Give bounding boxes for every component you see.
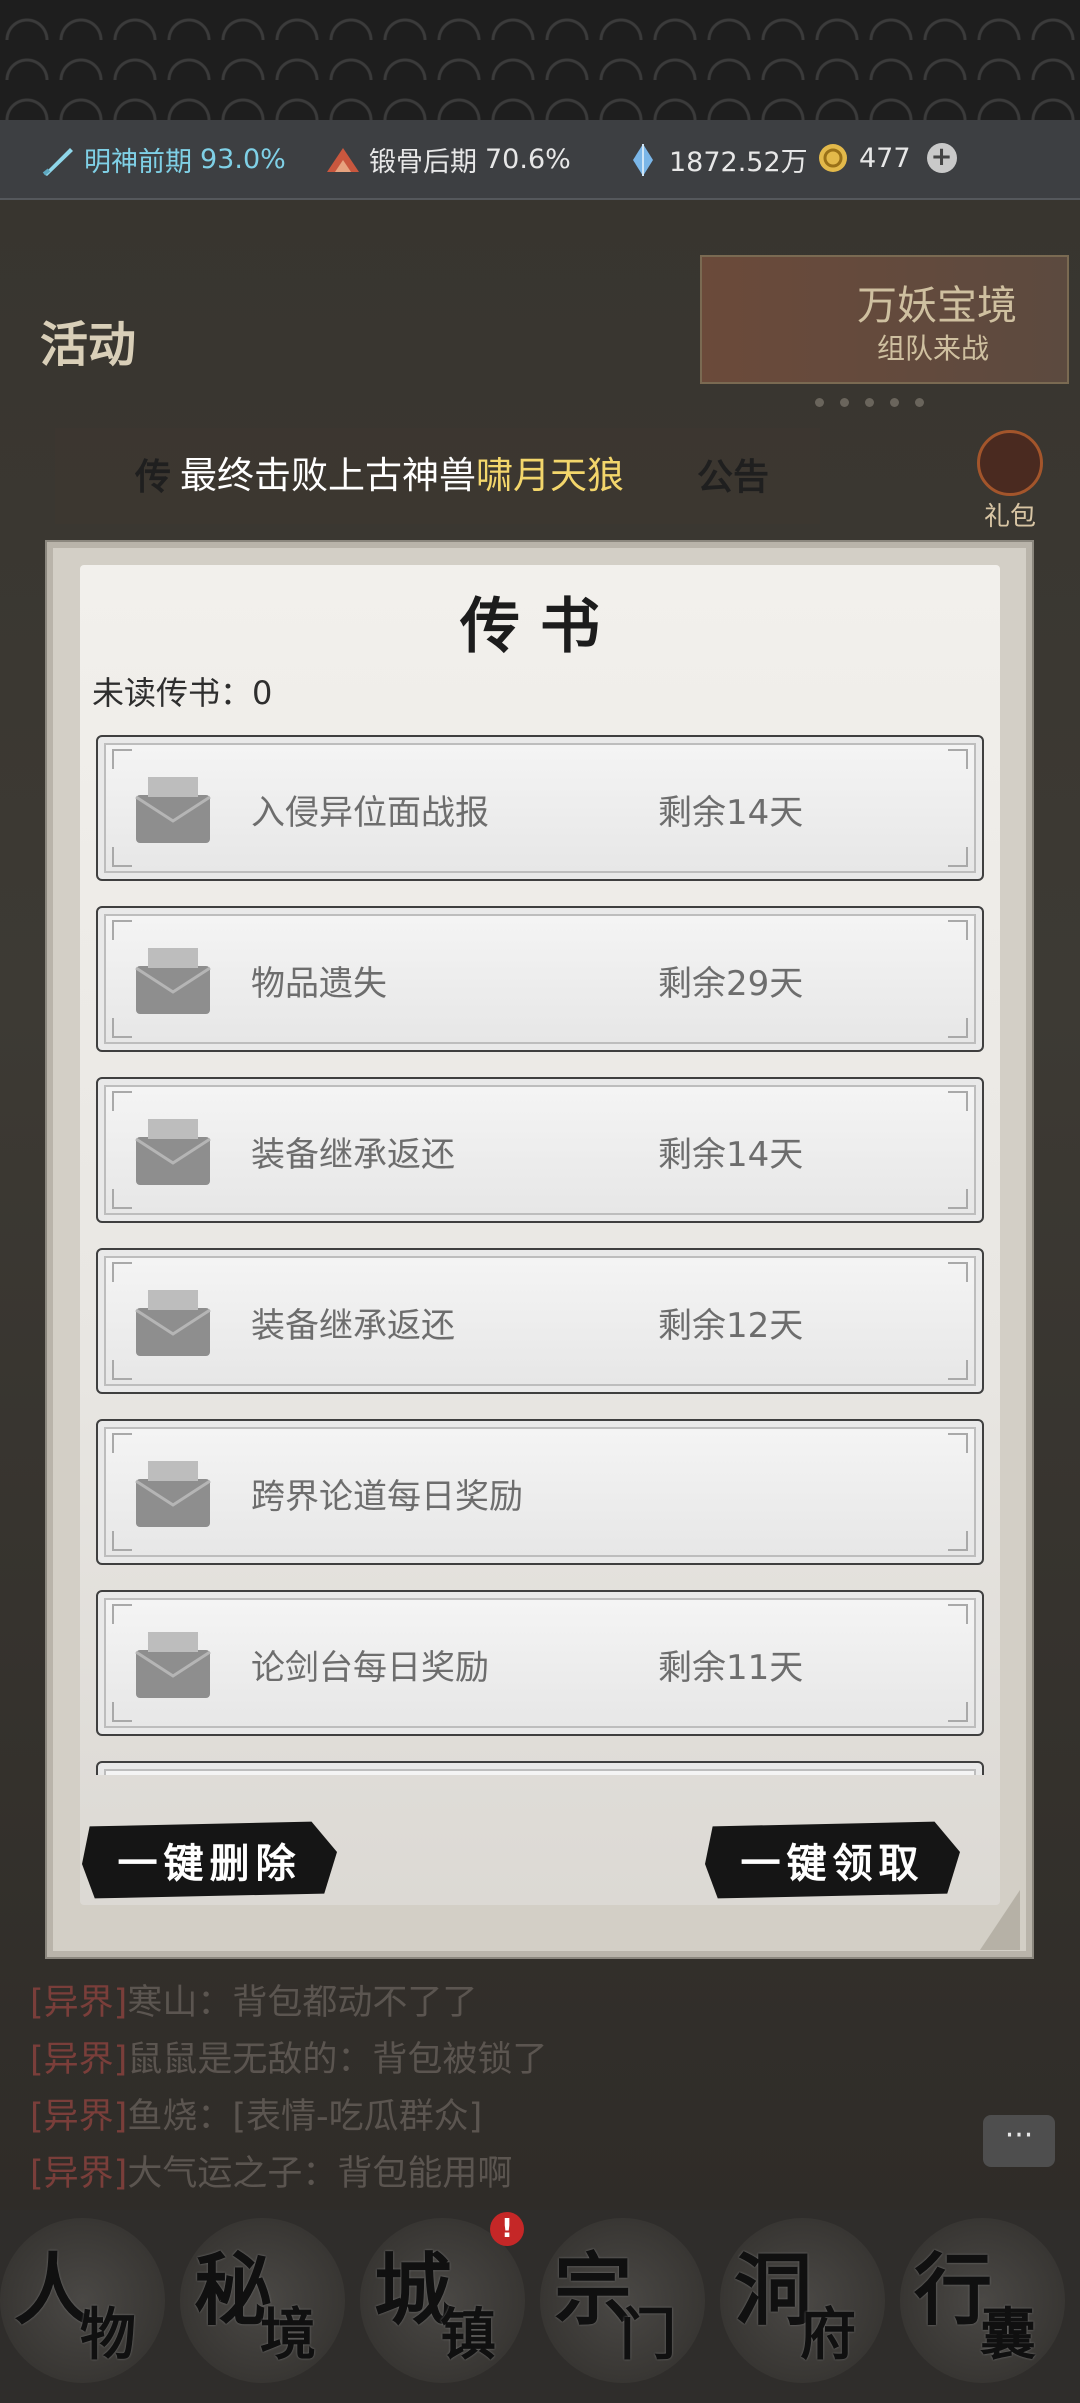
mail-remaining: 剩余12天 bbox=[658, 1306, 804, 1346]
gold-coin-icon bbox=[819, 144, 847, 172]
mail-remaining: 剩余14天 bbox=[658, 793, 804, 833]
notification-badge: ! bbox=[490, 2212, 524, 2246]
mail-remaining: 剩余14天 bbox=[658, 1135, 804, 1175]
gold-count: 477 bbox=[859, 142, 911, 174]
nav-bag[interactable]: 行囊 bbox=[900, 2218, 1065, 2383]
cultivation-level: 明神前期 bbox=[84, 147, 192, 178]
announcement-text: 最终击败上古神兽啸月天狼 bbox=[180, 445, 624, 499]
announcement-prefix: 最终击败上古神兽 bbox=[180, 454, 476, 497]
nav-sect[interactable]: 宗门 bbox=[540, 2218, 705, 2383]
mail-item[interactable]: 装备继承返还 剩余12天 bbox=[96, 1248, 984, 1394]
dialog-title: 传书 bbox=[460, 592, 620, 662]
nav-cave[interactable]: 洞府 bbox=[720, 2218, 885, 2383]
mountain-icon bbox=[327, 147, 359, 172]
chat-log[interactable]: [异界]寒山：背包都动不了了 [异界]鼠鼠是无敌的：背包被锁了 [异界]鱼烧：[… bbox=[30, 1975, 547, 2203]
envelope-icon bbox=[135, 1632, 211, 1698]
sword-icon bbox=[42, 147, 73, 176]
announcement-tab-right[interactable]: 公告 bbox=[697, 448, 769, 500]
body-refine-stat: 锻骨后期 70.6% bbox=[325, 140, 571, 179]
envelope-icon bbox=[135, 948, 211, 1014]
gift-label: 礼包 bbox=[983, 502, 1036, 532]
header-pattern bbox=[0, 0, 1080, 120]
mail-title: 论剑台每日奖励 bbox=[251, 1648, 489, 1688]
chat-line: [异界]鱼烧：[表情-吃瓜群众] bbox=[30, 2097, 483, 2137]
mail-title: 装备继承返还 bbox=[251, 1135, 455, 1175]
claim-all-button[interactable]: 一键领取 bbox=[705, 1821, 960, 1899]
chat-line: [异界]大气运之子：背包能用啊 bbox=[30, 2154, 513, 2194]
delete-all-button[interactable]: 一键删除 bbox=[82, 1821, 337, 1899]
spirit-stone-stat: 1872.52万 bbox=[625, 140, 808, 179]
event-subtitle: 组队来战 bbox=[877, 332, 990, 365]
gift-pack-button[interactable]: 礼包 bbox=[965, 430, 1055, 532]
nav-character[interactable]: 人物 bbox=[0, 2218, 165, 2383]
envelope-icon bbox=[135, 1119, 211, 1185]
envelope-icon bbox=[135, 1290, 211, 1356]
cultivation-percent: 93.0% bbox=[200, 144, 286, 175]
announcement-tab-left[interactable]: 传 bbox=[135, 448, 171, 500]
mail-title: 入侵异位面战报 bbox=[251, 793, 489, 833]
mail-remaining: 剩余29天 bbox=[658, 964, 804, 1004]
mail-title: 物品遗失 bbox=[251, 964, 387, 1004]
status-bar: 明神前期 93.0% 锻骨后期 70.6% 1872.52万 477 + bbox=[0, 120, 1080, 200]
mail-remaining: 剩余11天 bbox=[658, 1648, 804, 1688]
chat-line: [异界]鼠鼠是无敌的：背包被锁了 bbox=[30, 2040, 548, 2080]
mail-item[interactable]: 论剑台每日奖励 剩余11天 bbox=[96, 1590, 984, 1736]
gift-icon bbox=[977, 430, 1043, 496]
announcement-highlight: 啸月天狼 bbox=[476, 454, 624, 497]
add-currency-button[interactable]: + bbox=[926, 143, 957, 173]
mail-item-partial[interactable] bbox=[96, 1761, 984, 1775]
mail-title: 跨界论道每日奖励 bbox=[251, 1477, 523, 1517]
body-refine-percent: 70.6% bbox=[485, 144, 571, 175]
mail-item[interactable]: 跨界论道每日奖励 bbox=[96, 1419, 984, 1565]
mail-title: 装备继承返还 bbox=[251, 1306, 455, 1346]
envelope-icon bbox=[135, 1461, 211, 1527]
activity-button[interactable]: 活动 bbox=[40, 305, 160, 405]
event-banner[interactable]: 万妖宝境 组队来战 bbox=[700, 255, 1069, 384]
nav-secret-realm[interactable]: 秘境 bbox=[180, 2218, 345, 2383]
crystal-icon bbox=[633, 143, 653, 176]
body-refine-level: 锻骨后期 bbox=[369, 147, 477, 178]
cultivation-stat: 明神前期 93.0% bbox=[40, 140, 286, 179]
mail-item[interactable]: 装备继承返还 剩余14天 bbox=[96, 1077, 984, 1223]
banner-pagination bbox=[815, 398, 924, 407]
mail-list[interactable]: 入侵异位面战报 剩余14天 物品遗失 剩余29天 装备继承返还 剩余14天 装备… bbox=[96, 735, 984, 1775]
gold-stat: 477 + bbox=[815, 140, 957, 176]
mail-item[interactable]: 入侵异位面战报 剩余14天 bbox=[96, 735, 984, 881]
unread-count: 未读传书：0 bbox=[92, 674, 273, 712]
chat-bubble-button[interactable]: ··· bbox=[983, 2115, 1055, 2167]
mail-item[interactable]: 物品遗失 剩余29天 bbox=[96, 906, 984, 1052]
envelope-icon bbox=[135, 777, 211, 843]
event-title: 万妖宝境 bbox=[857, 283, 1017, 329]
chat-line: [异界]寒山：背包都动不了了 bbox=[30, 1983, 478, 2023]
spirit-stone-count: 1872.52万 bbox=[669, 147, 808, 178]
